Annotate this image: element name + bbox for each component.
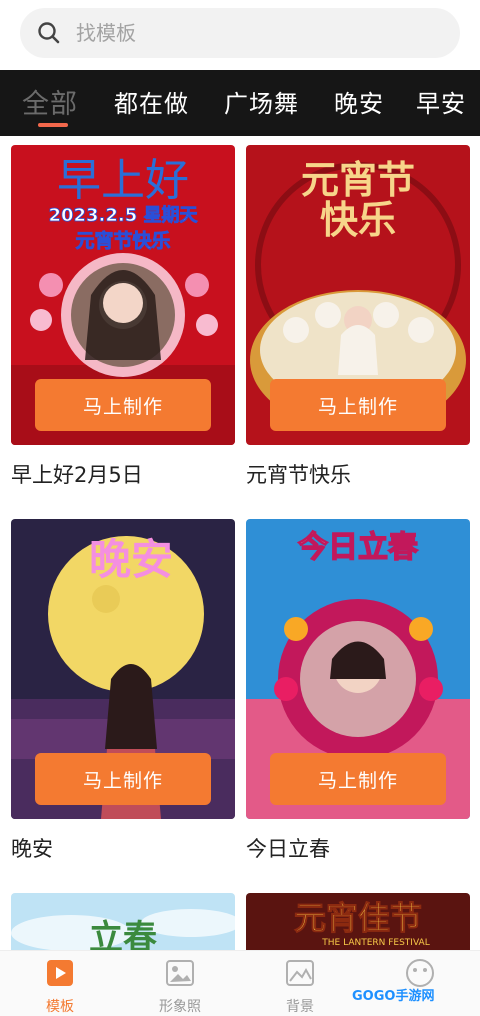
template-thumbnail[interactable]: 立春 bbox=[11, 893, 235, 950]
tab-everyone-doing[interactable]: 都在做 bbox=[114, 84, 189, 119]
overlay-festival-text: 元宵节快乐 bbox=[75, 229, 170, 252]
template-card[interactable]: 晚安 马上制作 晚安 bbox=[11, 519, 235, 863]
landscape-icon bbox=[286, 960, 314, 986]
overlay-text: 立春 bbox=[89, 918, 157, 950]
play-icon bbox=[47, 960, 73, 986]
category-tabs: 全部 都在做 广场舞 晚安 早安 bbox=[0, 70, 480, 136]
bottom-navigation: 模板 形象照 背景 bbox=[0, 950, 480, 1016]
overlay-date-text: 2023.2.5 星期天 bbox=[48, 205, 198, 226]
search-icon bbox=[38, 22, 60, 44]
overlay-text: 元宵节 bbox=[301, 157, 415, 202]
template-card[interactable]: 早上好 2023.2.5 星期天 元宵节快乐 马上制作 早上好2月5日 bbox=[11, 145, 235, 489]
nav-label: 形象照 bbox=[159, 999, 201, 1015]
nav-label: 模板 bbox=[46, 999, 74, 1015]
overlay-text-2: 快乐 bbox=[320, 197, 396, 242]
image-icon bbox=[166, 960, 194, 986]
active-tab-indicator bbox=[38, 123, 68, 127]
search-bar-container bbox=[0, 0, 480, 70]
template-title: 今日立春 bbox=[246, 837, 330, 861]
make-now-button[interactable]: 马上制作 bbox=[270, 753, 446, 805]
make-now-button[interactable]: 马上制作 bbox=[270, 379, 446, 431]
overlay-text: 早上好 bbox=[57, 155, 189, 206]
nav-item-templates[interactable]: 模板 bbox=[15, 957, 105, 1016]
nav-item-background[interactable]: 背景 bbox=[255, 957, 345, 1016]
template-title: 晚安 bbox=[11, 837, 53, 861]
tab-good-morning[interactable]: 早安 bbox=[416, 84, 466, 119]
template-thumbnail[interactable]: 晚安 马上制作 bbox=[11, 519, 235, 819]
watermark-logo: GOGO手游网 bbox=[352, 989, 435, 1004]
template-card[interactable]: 立春 bbox=[11, 893, 235, 950]
overlay-subtext: THE LANTERN FESTIVAL bbox=[321, 938, 429, 948]
overlay-text: 今日立春 bbox=[298, 530, 418, 565]
template-card[interactable]: 今日立春 马上制作 今日立春 bbox=[246, 519, 470, 863]
make-now-button[interactable]: 马上制作 bbox=[35, 379, 211, 431]
template-thumbnail[interactable]: 元宵佳节 THE LANTERN FESTIVAL bbox=[246, 893, 470, 950]
template-title: 元宵节快乐 bbox=[246, 463, 351, 487]
search-bar[interactable] bbox=[20, 8, 460, 58]
template-card[interactable]: 元宵佳节 THE LANTERN FESTIVAL bbox=[246, 893, 470, 950]
tab-square-dance[interactable]: 广场舞 bbox=[224, 84, 299, 119]
template-thumbnail[interactable]: 早上好 2023.2.5 星期天 元宵节快乐 马上制作 bbox=[11, 145, 235, 445]
template-card[interactable]: 元宵节 快乐 马上制作 元宵节快乐 bbox=[246, 145, 470, 489]
nav-label: 背景 bbox=[286, 999, 314, 1015]
tab-all[interactable]: 全部 bbox=[22, 82, 78, 121]
overlay-text: 晚安 bbox=[89, 535, 173, 584]
tab-good-night[interactable]: 晚安 bbox=[334, 84, 384, 119]
template-thumbnail[interactable]: 元宵节 快乐 马上制作 bbox=[246, 145, 470, 445]
template-thumbnail[interactable]: 今日立春 马上制作 bbox=[246, 519, 470, 819]
template-title: 早上好2月5日 bbox=[11, 463, 143, 487]
search-input[interactable] bbox=[74, 20, 378, 46]
overlay-text: 元宵佳节 bbox=[294, 899, 422, 937]
nav-item-portrait[interactable]: 形象照 bbox=[135, 957, 225, 1016]
make-now-button[interactable]: 马上制作 bbox=[35, 753, 211, 805]
